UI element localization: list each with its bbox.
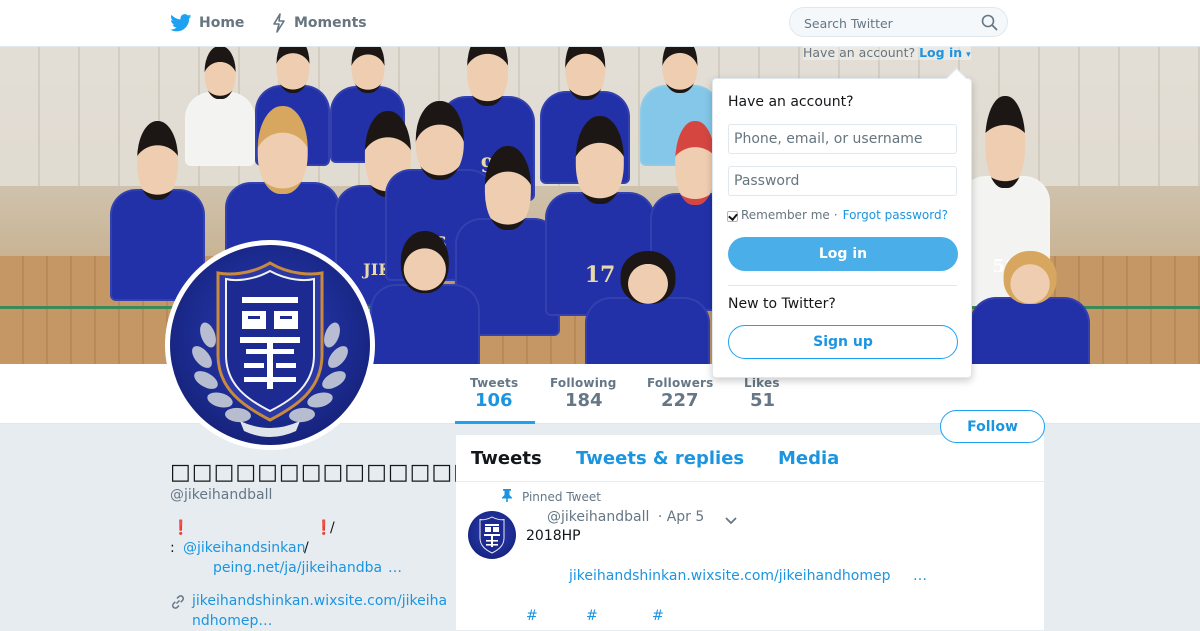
tab-tweets-and-replies[interactable]: Tweets & replies bbox=[576, 448, 744, 469]
stat-value: 227 bbox=[661, 390, 699, 411]
new-to-twitter-heading: New to Twitter? bbox=[728, 296, 836, 312]
stat-followers[interactable]: Followers 227 bbox=[647, 376, 714, 411]
profile-avatar[interactable] bbox=[165, 240, 375, 450]
login-button[interactable]: Log in bbox=[728, 237, 958, 271]
tweet-header: @jikeihandball · Apr 5 bbox=[547, 509, 704, 525]
lightning-icon bbox=[271, 13, 287, 33]
pin-icon bbox=[502, 489, 512, 505]
separator-dot: · bbox=[833, 208, 838, 222]
forgot-password-link[interactable]: Forgot password? bbox=[843, 208, 948, 222]
team-member bbox=[585, 251, 710, 364]
team-member bbox=[970, 251, 1090, 364]
tab-tweets[interactable]: Tweets bbox=[471, 448, 542, 469]
bio-line-1: ❗ ❗ / bbox=[170, 518, 440, 538]
team-member bbox=[370, 231, 480, 364]
stat-label: Followers bbox=[647, 376, 714, 390]
tweet-text: 2018HP bbox=[526, 528, 581, 544]
signup-button[interactable]: Sign up bbox=[728, 325, 958, 359]
profile-handle[interactable]: @jikeihandball bbox=[170, 487, 272, 503]
caret-down-icon: ▾ bbox=[966, 50, 971, 60]
login-link[interactable]: Log in bbox=[919, 45, 962, 60]
nav-moments-label: Moments bbox=[294, 15, 367, 31]
tweet-link-ellipsis[interactable]: … bbox=[913, 568, 927, 584]
nav-home-label: Home bbox=[199, 15, 245, 31]
tweet-avatar[interactable] bbox=[468, 511, 516, 559]
bio-line-2: : @jikeihandsinkan / bbox=[170, 538, 440, 558]
twitter-bird-icon bbox=[170, 14, 192, 32]
login-dropdown: Have an account? Remember me · Forgot pa… bbox=[712, 67, 972, 378]
bio-line-3: peing.net/ja/jikeihandba … bbox=[170, 558, 440, 578]
pinned-tweet-text: Pinned Tweet bbox=[522, 490, 601, 504]
login-heading: Have an account? bbox=[728, 94, 854, 110]
search-icon[interactable] bbox=[981, 14, 998, 35]
tweet-date[interactable]: · Apr 5 bbox=[658, 509, 704, 525]
search-input[interactable] bbox=[802, 8, 976, 38]
active-stat-indicator bbox=[455, 421, 535, 424]
stat-value: 106 bbox=[475, 390, 513, 411]
nav-moments[interactable]: Moments bbox=[271, 0, 367, 46]
stat-likes[interactable]: Likes 51 bbox=[744, 376, 780, 411]
stat-value: 184 bbox=[565, 390, 603, 411]
top-navigation-bar: Home Moments bbox=[0, 0, 1200, 47]
bio-link[interactable]: peing.net/ja/jikeihandba bbox=[213, 558, 382, 578]
follow-button[interactable]: Follow bbox=[940, 410, 1045, 443]
username-field[interactable] bbox=[728, 124, 957, 154]
bio-slash: / bbox=[304, 540, 309, 556]
search-box bbox=[789, 7, 1008, 38]
stat-following[interactable]: Following 184 bbox=[550, 376, 617, 411]
remember-me-label[interactable]: Remember me bbox=[741, 208, 830, 222]
profile-website: jikeihandshinkan.wixsite.com/jikeihandho… bbox=[170, 591, 450, 631]
pinned-tweet-label: Pinned Tweet bbox=[502, 489, 601, 505]
stat-label: Following bbox=[550, 376, 617, 390]
login-prompt: Have an account? bbox=[803, 45, 916, 60]
tweet-handle[interactable]: @jikeihandball bbox=[547, 509, 649, 525]
profile-bio: ❗ ❗ / : @jikeihandsinkan / peing.net/ja/… bbox=[170, 518, 440, 578]
exclaim-icon: ❗ bbox=[172, 520, 190, 536]
stat-value: 51 bbox=[750, 390, 776, 411]
remember-row: Remember me · Forgot password? bbox=[727, 208, 948, 222]
stat-tweets[interactable]: Tweets 106 bbox=[470, 376, 518, 411]
school-crest-logo bbox=[170, 245, 370, 445]
tweet-link[interactable]: jikeihandshinkan.wixsite.com/jikeihandho… bbox=[569, 568, 890, 584]
password-field[interactable] bbox=[728, 166, 957, 196]
bio-colon: : bbox=[170, 540, 175, 556]
dropdown-divider bbox=[728, 285, 957, 286]
nav-home[interactable]: Home bbox=[170, 0, 244, 46]
tweet-hashtag[interactable]: # bbox=[586, 608, 598, 624]
bio-mention-link[interactable]: @jikeihandsinkan bbox=[183, 538, 305, 558]
tweet-hashtag[interactable]: # bbox=[526, 608, 538, 624]
stat-label: Tweets bbox=[470, 376, 519, 390]
login-menu-trigger[interactable]: Have an account? Log in ▾ bbox=[803, 45, 971, 60]
remember-me-checkbox[interactable] bbox=[727, 210, 738, 222]
link-icon bbox=[170, 594, 186, 631]
bio-slash: / bbox=[330, 520, 335, 536]
tab-media[interactable]: Media bbox=[778, 448, 839, 469]
stat-label: Likes bbox=[744, 376, 780, 390]
tweet-hashtag[interactable]: # bbox=[652, 608, 664, 624]
tweet-options-chevron-icon[interactable] bbox=[724, 511, 738, 530]
bio-link-ellipsis[interactable]: … bbox=[388, 558, 402, 578]
website-link[interactable]: jikeihandshinkan.wixsite.com/jikeihandho… bbox=[192, 591, 450, 631]
timeline: Tweets Tweets & replies Media Pinned Twe… bbox=[456, 435, 1044, 630]
